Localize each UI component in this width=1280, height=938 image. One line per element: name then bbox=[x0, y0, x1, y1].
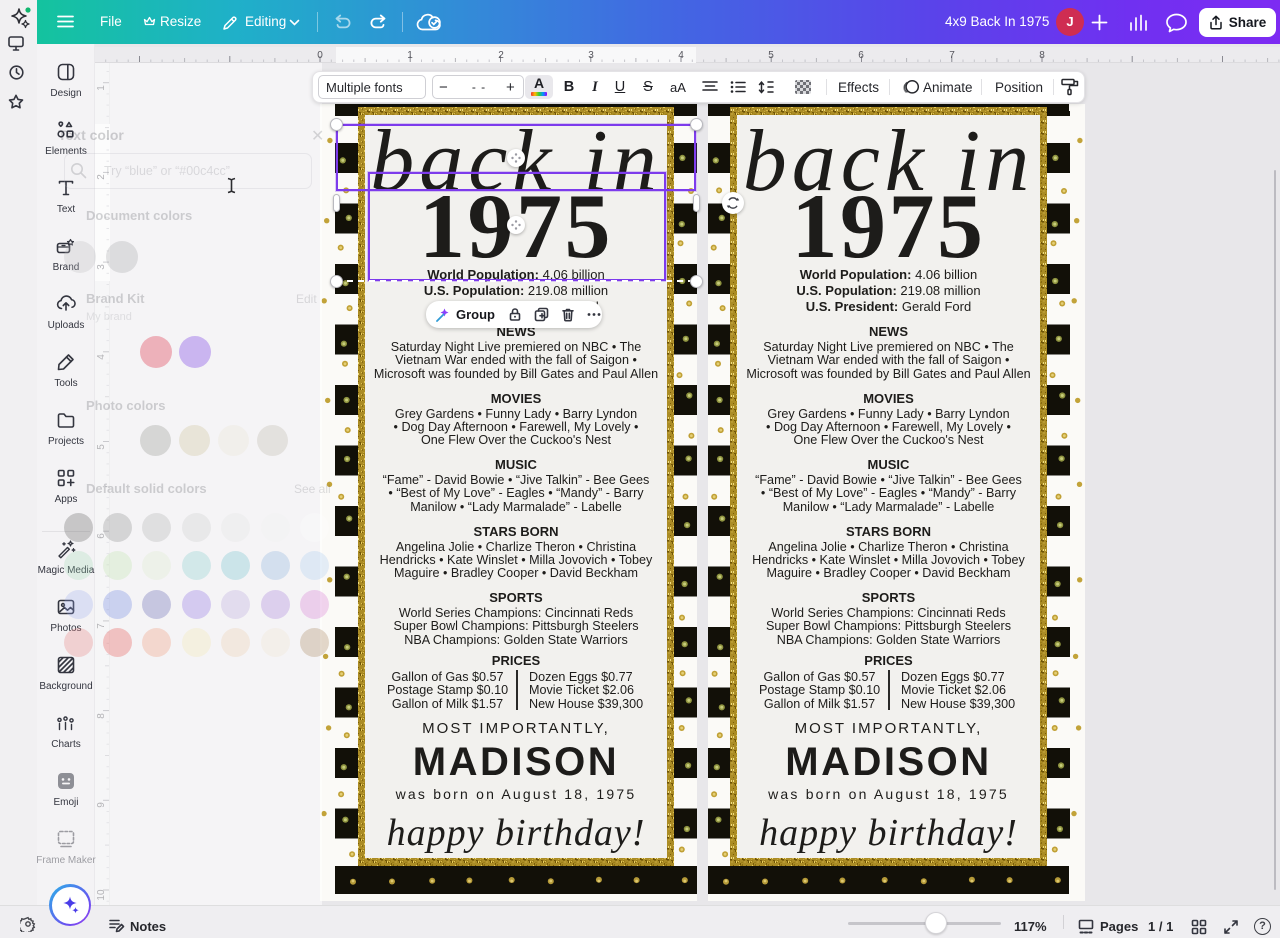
svg-text:8: 8 bbox=[1039, 50, 1045, 61]
svg-text:3: 3 bbox=[588, 50, 594, 61]
svg-text:4: 4 bbox=[678, 50, 684, 61]
svg-text:7: 7 bbox=[949, 50, 955, 61]
svg-text:5: 5 bbox=[768, 50, 774, 61]
svg-text:0: 0 bbox=[317, 50, 323, 61]
svg-text:1: 1 bbox=[407, 50, 413, 61]
svg-text:2: 2 bbox=[498, 50, 504, 61]
svg-text:6: 6 bbox=[858, 50, 864, 61]
